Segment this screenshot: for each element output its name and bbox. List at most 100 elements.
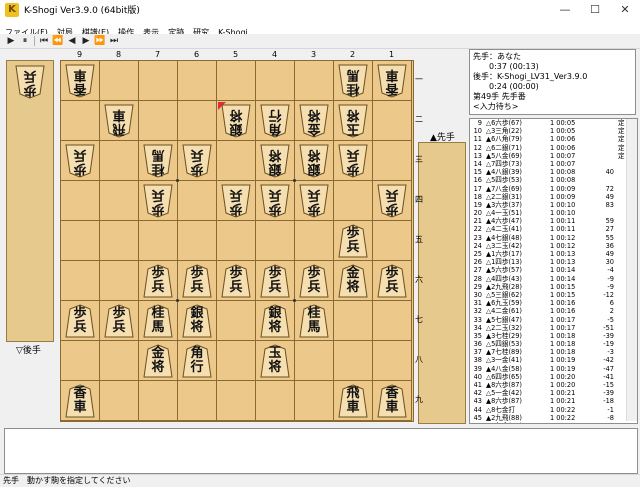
record-row[interactable]: 38 △3一金(41) 1 00:19 -42	[470, 356, 637, 364]
board-square[interactable]	[217, 301, 256, 341]
board-square[interactable]	[256, 221, 295, 261]
shogi-piece[interactable]: 歩兵	[377, 184, 407, 218]
shogi-piece[interactable]: 玉将	[260, 344, 290, 378]
record-row[interactable]: 14 △7四歩(73) 1 00:07	[470, 160, 637, 168]
board-square[interactable]	[178, 181, 217, 221]
record-row[interactable]: 28 △4四歩(43) 1 00:14 -9	[470, 275, 637, 283]
pause-icon[interactable]: ⏸	[19, 35, 31, 47]
board-square[interactable]	[61, 261, 100, 301]
board-square[interactable]	[139, 381, 178, 421]
play-icon[interactable]: ▶	[5, 35, 17, 47]
board-square[interactable]	[217, 141, 256, 181]
board-square[interactable]	[139, 61, 178, 101]
shogi-piece[interactable]: 飛車	[338, 384, 368, 418]
shogi-piece[interactable]: 桂馬	[143, 144, 173, 178]
shogi-piece[interactable]: 歩兵	[182, 264, 212, 298]
shogi-piece[interactable]: 歩兵	[299, 184, 329, 218]
shogi-piece[interactable]: 桂馬	[338, 64, 368, 98]
shogi-piece[interactable]: 歩兵	[338, 224, 368, 258]
step-back-icon[interactable]: ◀	[66, 35, 78, 47]
record-row[interactable]: 46 △2七金(38) 1 00:23-6	[470, 422, 637, 423]
shogi-piece[interactable]: 歩兵	[221, 184, 251, 218]
record-row[interactable]: 34 △2二玉(32) 1 00:17 -51	[470, 324, 637, 332]
board-square[interactable]	[100, 381, 139, 421]
board-square[interactable]	[178, 221, 217, 261]
shogi-piece[interactable]: 金将	[299, 104, 329, 138]
shogi-piece[interactable]: 歩兵	[377, 264, 407, 298]
shogi-piece[interactable]: 香車	[377, 384, 407, 418]
move-record-list[interactable]: 9 △6六歩(67) 1 00:05 定 10 △3三角(22) 1 00:05 定 11 ▲6八…	[469, 118, 638, 424]
shogi-piece[interactable]: 桂馬	[299, 304, 329, 338]
board-square[interactable]	[295, 221, 334, 261]
record-row[interactable]: 25 ▲1六歩(17) 1 00:13 49	[470, 250, 637, 258]
board-square[interactable]	[373, 301, 412, 341]
board-square[interactable]	[217, 381, 256, 421]
fast-back-icon[interactable]: ⏪	[52, 35, 64, 47]
board-square[interactable]	[178, 61, 217, 101]
skip-first-icon[interactable]: ⏮	[38, 35, 50, 47]
board-square[interactable]	[100, 261, 139, 301]
record-row[interactable]: 11 ▲6八角(79) 1 00:06 定	[470, 135, 637, 143]
shogi-piece[interactable]: 銀将	[260, 144, 290, 178]
comment-textarea[interactable]	[4, 428, 638, 474]
record-row[interactable]: 30 △5三銀(62) 1 00:15 -12	[470, 291, 637, 299]
record-row[interactable]: 39 ▲4八金(58) 1 00:19 -47	[470, 365, 637, 373]
record-row[interactable]: 33 ▲5七銀(47) 1 00:17 -5	[470, 316, 637, 324]
board-square[interactable]	[139, 101, 178, 141]
board-square[interactable]	[100, 341, 139, 381]
record-row[interactable]: 16 △5四歩(53) 1 00:08	[470, 176, 637, 184]
board-square[interactable]	[373, 101, 412, 141]
board-square[interactable]	[139, 221, 178, 261]
shogi-piece[interactable]: 金将	[143, 344, 173, 378]
shogi-piece[interactable]: 香車	[65, 384, 95, 418]
board-square[interactable]	[61, 221, 100, 261]
shogi-piece[interactable]: 銀将	[221, 104, 251, 138]
close-button[interactable]: ✕	[610, 0, 640, 20]
shogi-piece[interactable]: 角行	[182, 344, 212, 378]
board-square[interactable]	[256, 61, 295, 101]
record-row[interactable]: 35 ▲3七桂(29) 1 00:18 -39	[470, 332, 637, 340]
record-row[interactable]: 27 ▲5六歩(57) 1 00:14 -4	[470, 266, 637, 274]
board-square[interactable]	[217, 341, 256, 381]
record-row[interactable]: 24 △3二玉(42) 1 00:12 36	[470, 242, 637, 250]
board-square[interactable]	[373, 141, 412, 181]
record-row[interactable]: 18 △2二銀(31) 1 00:09 49	[470, 193, 637, 201]
record-row[interactable]: 13 ▲5八金(69) 1 00:07 定	[470, 152, 637, 160]
step-forward-icon[interactable]: ▶	[80, 35, 92, 47]
record-row[interactable]: 44 △8七金打 1 00:22 -1	[470, 406, 637, 414]
record-row[interactable]: 29 ▲2九飛(28) 1 00:15 -9	[470, 283, 637, 291]
record-row[interactable]: 32 △4二金(61) 1 00:16 2	[470, 307, 637, 315]
record-row[interactable]: 22 △4二玉(41) 1 00:11 27	[470, 225, 637, 233]
shogi-piece[interactable]: 玉将	[338, 104, 368, 138]
minimize-button[interactable]: —	[550, 0, 580, 20]
board-square[interactable]	[61, 181, 100, 221]
board-square[interactable]	[61, 341, 100, 381]
shogi-piece[interactable]: 歩兵	[104, 304, 134, 338]
board-square[interactable]	[334, 301, 373, 341]
shogi-piece[interactable]: 歩兵	[65, 304, 95, 338]
record-row[interactable]: 40 △6四歩(65) 1 00:20 -41	[470, 373, 637, 381]
skip-last-icon[interactable]: ⏭	[108, 35, 120, 47]
board-square[interactable]	[295, 381, 334, 421]
board-square[interactable]	[334, 341, 373, 381]
record-row[interactable]: 9 △6六歩(67) 1 00:05 定	[470, 119, 637, 127]
shogi-piece[interactable]: 銀将	[260, 304, 290, 338]
shogi-piece[interactable]: 歩兵	[260, 264, 290, 298]
board-square[interactable]	[295, 341, 334, 381]
shogi-piece[interactable]: 飛車	[104, 104, 134, 138]
shogi-piece[interactable]: 金将	[338, 264, 368, 298]
board-square[interactable]	[178, 101, 217, 141]
board-square[interactable]	[373, 221, 412, 261]
board-square[interactable]	[334, 181, 373, 221]
board-square[interactable]	[217, 221, 256, 261]
fast-forward-icon[interactable]: ⏩	[94, 35, 106, 47]
shogi-piece[interactable]: 歩兵	[143, 264, 173, 298]
record-row[interactable]: 19 ▲3六歩(37) 1 00:10 83	[470, 201, 637, 209]
gote-piece-stand[interactable]: 歩兵	[6, 60, 54, 342]
shogi-piece[interactable]: 香車	[65, 64, 95, 98]
shogi-piece[interactable]: 歩兵	[15, 65, 45, 99]
shogi-piece[interactable]: 角行	[260, 104, 290, 138]
board-square[interactable]	[256, 381, 295, 421]
record-scrollbar[interactable]	[626, 119, 637, 421]
shogi-piece[interactable]: 銀将	[299, 144, 329, 178]
